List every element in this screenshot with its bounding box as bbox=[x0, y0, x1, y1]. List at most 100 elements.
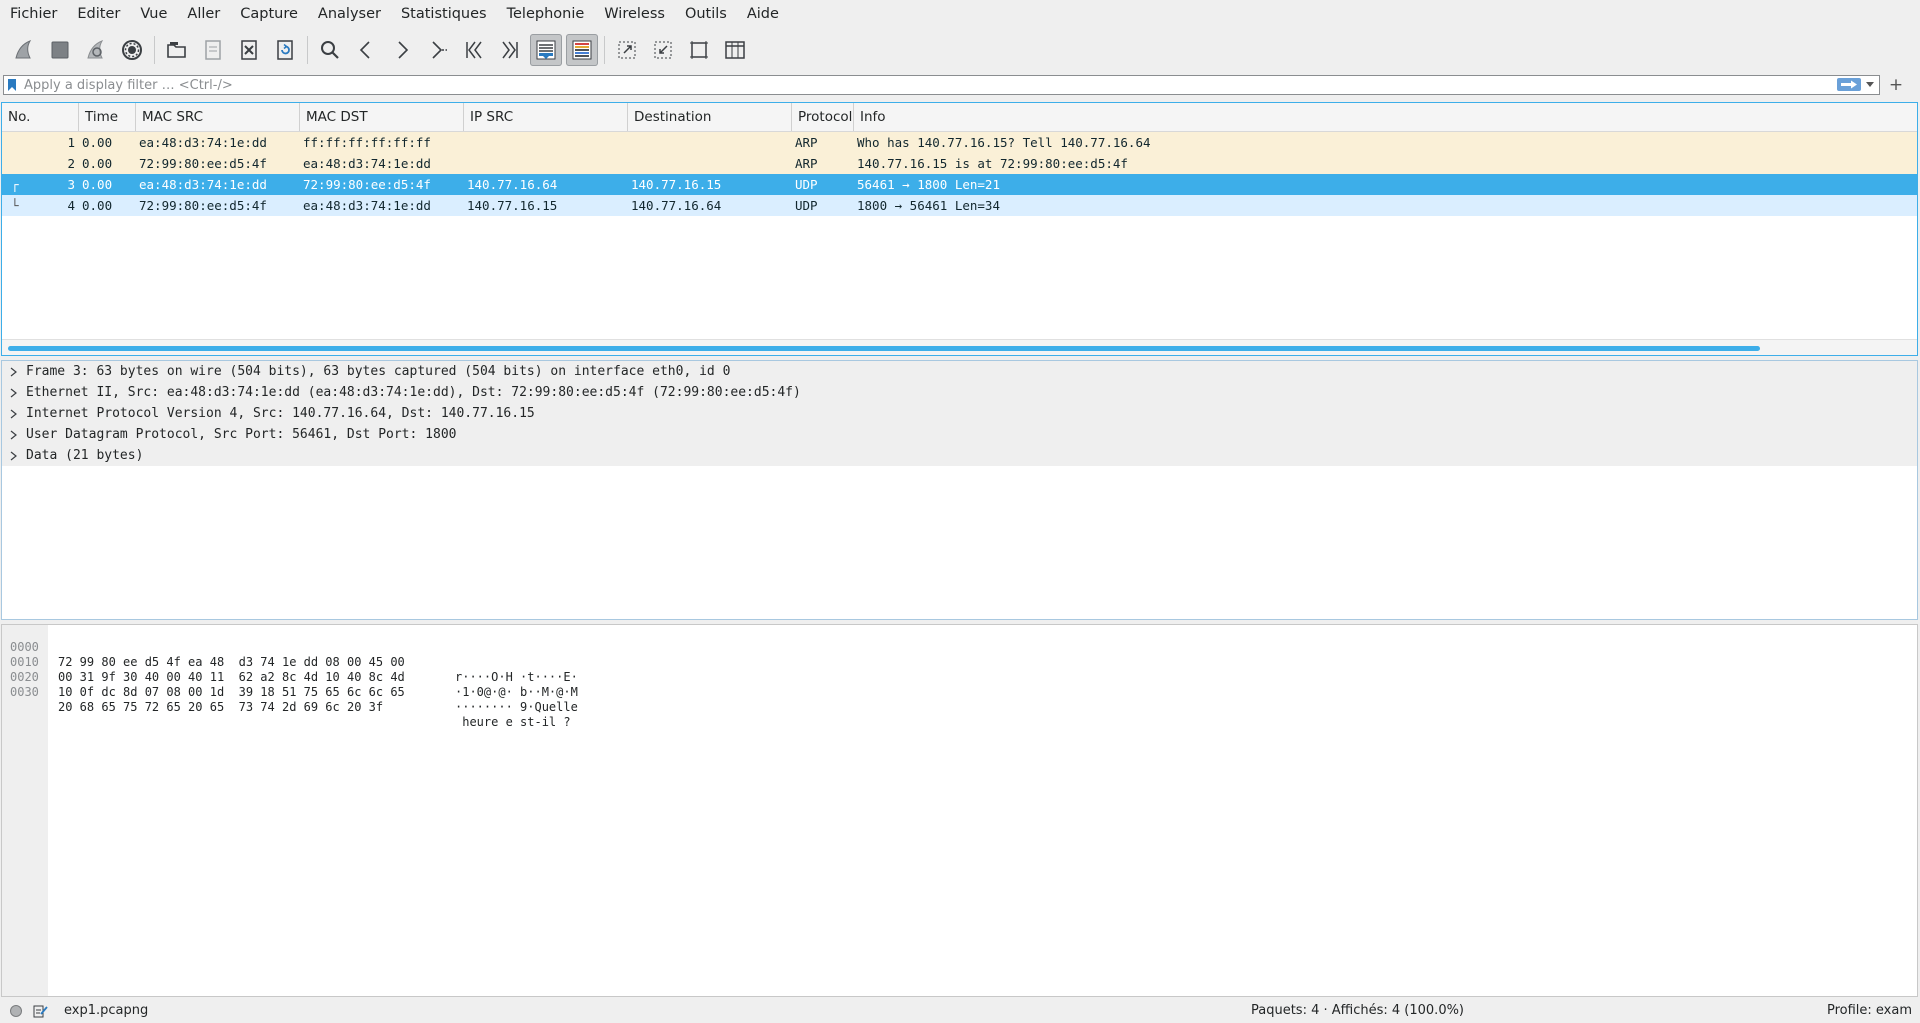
expand-arrow-icon[interactable] bbox=[7, 382, 19, 403]
cell-info: 1800 → 56461 Len=34 bbox=[857, 198, 1000, 213]
column-header-info[interactable]: Info bbox=[854, 103, 1917, 131]
hex-row[interactable]: 0030 20 68 65 75 72 65 20 65 73 74 2d 69… bbox=[2, 670, 571, 729]
menu-outils[interactable]: Outils bbox=[675, 0, 737, 29]
hex-ascii: r····O·H ·t····E· bbox=[455, 670, 578, 684]
status-profile[interactable]: Profile: exam bbox=[1827, 999, 1912, 1023]
detail-row-data[interactable]: Data (21 bytes) bbox=[2, 445, 1917, 466]
filter-bookmark-button[interactable] bbox=[4, 76, 20, 94]
capture-comment-button[interactable] bbox=[32, 1003, 48, 1019]
cell-no: 4 bbox=[67, 198, 75, 213]
menu-aller[interactable]: Aller bbox=[177, 0, 230, 29]
column-header-no[interactable]: No. bbox=[2, 103, 79, 131]
packet-list-horizontal-scrollbar[interactable] bbox=[8, 346, 1760, 351]
cell-mac-src: ea:48:d3:74:1e:dd bbox=[139, 177, 267, 192]
last-packet-button[interactable] bbox=[494, 34, 526, 66]
cell-no: 1 bbox=[67, 135, 75, 150]
expand-arrow-icon[interactable] bbox=[7, 445, 19, 466]
menu-wireless[interactable]: Wireless bbox=[594, 0, 675, 29]
zoom-out-icon bbox=[654, 41, 672, 59]
cell-destination: 140.77.16.15 bbox=[631, 177, 722, 192]
column-header-mac-dst[interactable]: MAC DST bbox=[300, 103, 464, 131]
stop-capture-button[interactable] bbox=[44, 34, 76, 66]
first-packet-button[interactable] bbox=[458, 34, 490, 66]
detail-text: User Datagram Protocol, Src Port: 56461,… bbox=[26, 427, 457, 442]
save-file-button[interactable] bbox=[197, 34, 229, 66]
cell-time: 0.00 bbox=[82, 135, 113, 150]
open-file-button[interactable] bbox=[161, 34, 193, 66]
expand-arrow-icon[interactable] bbox=[7, 424, 19, 445]
go-back-button[interactable] bbox=[350, 34, 382, 66]
packet-list-header: No. Time MAC SRC MAC DST IP SRC Destinat… bbox=[2, 103, 1917, 132]
expand-arrow-icon[interactable] bbox=[7, 361, 19, 382]
capture-options-button[interactable] bbox=[116, 34, 148, 66]
detail-text: Data (21 bytes) bbox=[26, 448, 144, 463]
restart-capture-button[interactable] bbox=[80, 34, 112, 66]
normal-size-button[interactable] bbox=[683, 34, 715, 66]
cell-protocol: ARP bbox=[795, 156, 818, 171]
packet-row-selected[interactable]: ┌ 3 0.00 ea:48:d3:74:1e:dd 72:99:80:ee:d… bbox=[2, 174, 1917, 195]
menu-analyser[interactable]: Analyser bbox=[308, 0, 391, 29]
autoscroll-button[interactable] bbox=[530, 34, 562, 66]
cell-mac-dst: 72:99:80:ee:d5:4f bbox=[303, 177, 431, 192]
display-filter-input[interactable] bbox=[24, 76, 1824, 94]
detail-row-ipv4[interactable]: Internet Protocol Version 4, Src: 140.77… bbox=[2, 403, 1917, 424]
start-capture-button[interactable] bbox=[8, 34, 40, 66]
column-header-time[interactable]: Time bbox=[79, 103, 136, 131]
reload-file-button[interactable] bbox=[269, 34, 301, 66]
cell-mac-dst: ea:48:d3:74:1e:dd bbox=[303, 156, 431, 171]
apply-filter-button[interactable] bbox=[1837, 78, 1861, 91]
hex-row[interactable]: 0000 72 99 80 ee d5 4f ea 48 d3 74 1e dd… bbox=[2, 625, 578, 684]
find-icon bbox=[321, 41, 339, 59]
detail-row-ethernet[interactable]: Ethernet II, Src: ea:48:d3:74:1e:dd (ea:… bbox=[2, 382, 1917, 403]
column-header-ip-src[interactable]: IP SRC bbox=[464, 103, 628, 131]
close-file-button[interactable] bbox=[233, 34, 265, 66]
status-packet-count: Paquets: 4 · Affichés: 4 (100.0%) bbox=[1251, 1003, 1465, 1018]
go-forward-button[interactable] bbox=[386, 34, 418, 66]
menu-statistiques[interactable]: Statistiques bbox=[391, 0, 497, 29]
packet-row[interactable]: └ 4 0.00 72:99:80:ee:d5:4f ea:48:d3:74:1… bbox=[2, 195, 1917, 216]
menu-capture[interactable]: Capture bbox=[230, 0, 308, 29]
expand-arrow-icon[interactable] bbox=[7, 403, 19, 424]
go-to-packet-button[interactable] bbox=[422, 34, 454, 66]
packet-row[interactable]: 1 0.00 ea:48:d3:74:1e:dd ff:ff:ff:ff:ff:… bbox=[2, 132, 1917, 153]
column-header-protocol[interactable]: Protocol bbox=[792, 103, 854, 131]
column-header-mac-src[interactable]: MAC SRC bbox=[136, 103, 300, 131]
capture-options-icon bbox=[122, 40, 142, 60]
cell-mac-src: 72:99:80:ee:d5:4f bbox=[139, 198, 267, 213]
zoom-out-button[interactable] bbox=[647, 34, 679, 66]
hex-row[interactable]: 0010 00 31 9f 30 40 00 40 11 62 a2 8c 4d… bbox=[2, 640, 578, 699]
filter-history-dropdown[interactable] bbox=[1863, 76, 1877, 94]
menu-aide[interactable]: Aide bbox=[737, 0, 789, 29]
bookmark-icon bbox=[8, 79, 16, 91]
detail-row-udp[interactable]: User Datagram Protocol, Src Port: 56461,… bbox=[2, 424, 1917, 445]
menu-telephonie[interactable]: Telephonie bbox=[497, 0, 595, 29]
go-back-icon bbox=[359, 41, 370, 59]
go-to-packet-icon bbox=[432, 41, 447, 59]
find-packet-button[interactable] bbox=[314, 34, 346, 66]
cell-info: 140.77.16.15 is at 72:99:80:ee:d5:4f bbox=[857, 156, 1128, 171]
zoom-in-button[interactable] bbox=[611, 34, 643, 66]
menu-fichier[interactable]: Fichier bbox=[0, 0, 67, 29]
add-filter-button[interactable]: + bbox=[1886, 73, 1906, 97]
display-filter-bar: + bbox=[0, 73, 1920, 97]
expert-info-indicator-icon[interactable] bbox=[10, 1005, 22, 1017]
detail-text: Ethernet II, Src: ea:48:d3:74:1e:dd (ea:… bbox=[26, 385, 801, 400]
cell-info: Who has 140.77.16.15? Tell 140.77.16.64 bbox=[857, 135, 1151, 150]
packet-row[interactable]: 2 0.00 72:99:80:ee:d5:4f ea:48:d3:74:1e:… bbox=[2, 153, 1917, 174]
reload-icon bbox=[277, 40, 293, 60]
arrow-right-icon bbox=[1841, 80, 1857, 89]
chevron-down-icon bbox=[1866, 82, 1874, 87]
normal-size-icon bbox=[690, 41, 708, 59]
colorize-button[interactable] bbox=[566, 34, 598, 66]
cell-time: 0.00 bbox=[82, 177, 113, 192]
hex-row[interactable]: 0020 10 0f dc 8d 07 08 00 1d 39 18 51 75… bbox=[2, 655, 578, 714]
cell-protocol: UDP bbox=[795, 177, 818, 192]
detail-text: Frame 3: 63 bytes on wire (504 bits), 63… bbox=[26, 364, 731, 379]
resize-columns-button[interactable] bbox=[719, 34, 751, 66]
menu-vue[interactable]: Vue bbox=[130, 0, 177, 29]
menu-editer[interactable]: Editer bbox=[67, 0, 130, 29]
cell-time: 0.00 bbox=[82, 156, 113, 171]
column-header-destination[interactable]: Destination bbox=[628, 103, 792, 131]
detail-row-frame[interactable]: Frame 3: 63 bytes on wire (504 bits), 63… bbox=[2, 361, 1917, 382]
main-toolbar bbox=[0, 29, 1920, 71]
